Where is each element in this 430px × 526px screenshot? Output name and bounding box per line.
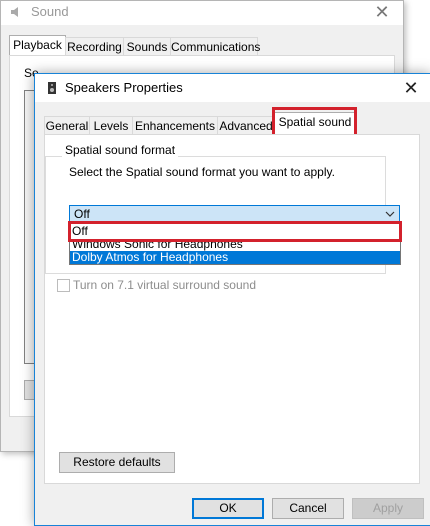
surround-checkbox-label: Turn on 7.1 virtual surround sound [73, 278, 256, 292]
spatial-format-select[interactable]: Off [69, 205, 400, 223]
dialog-titlebar: Speakers Properties ✕ [35, 74, 430, 102]
tab-playback[interactable]: Playback [9, 35, 66, 56]
tab-recording[interactable]: Recording [65, 37, 124, 56]
dialog-close-icon[interactable]: ✕ [396, 77, 426, 99]
option-dolby-atmos[interactable]: Dolby Atmos for Headphones [70, 251, 400, 264]
spatial-format-dropdown-list: Off Windows Sonic for Headphones Dolby A… [69, 223, 401, 265]
tab-sounds[interactable]: Sounds [123, 37, 171, 56]
ok-button[interactable]: OK [192, 498, 264, 519]
apply-button[interactable]: Apply [352, 498, 424, 519]
speakers-properties-dialog: Speakers Properties ✕ General Levels Enh… [34, 73, 430, 526]
tab-levels[interactable]: Levels [89, 116, 133, 135]
chevron-down-icon [385, 211, 395, 217]
tab-enhancements[interactable]: Enhancements [132, 116, 218, 135]
sound-window-titlebar: Sound ✕ [1, 1, 403, 25]
sound-window-close-icon[interactable]: ✕ [367, 1, 397, 23]
tab-general[interactable]: General [44, 116, 90, 135]
restore-defaults-button[interactable]: Restore defaults [59, 452, 175, 473]
group-label: Spatial sound format [62, 143, 179, 157]
spatial-format-value: Off [74, 207, 90, 221]
sound-window-title: Sound [31, 4, 69, 19]
speaker-icon [11, 7, 18, 17]
dialog-title: Speakers Properties [65, 80, 183, 95]
cancel-button[interactable]: Cancel [272, 498, 344, 519]
tab-spatial-sound[interactable]: Spatial sound [274, 112, 356, 135]
tab-advanced[interactable]: Advanced [217, 116, 275, 135]
surround-checkbox[interactable] [57, 279, 70, 292]
speaker-icon [48, 82, 56, 94]
tab-communications[interactable]: Communications [170, 37, 260, 56]
group-description: Select the Spatial sound format you want… [69, 165, 335, 179]
